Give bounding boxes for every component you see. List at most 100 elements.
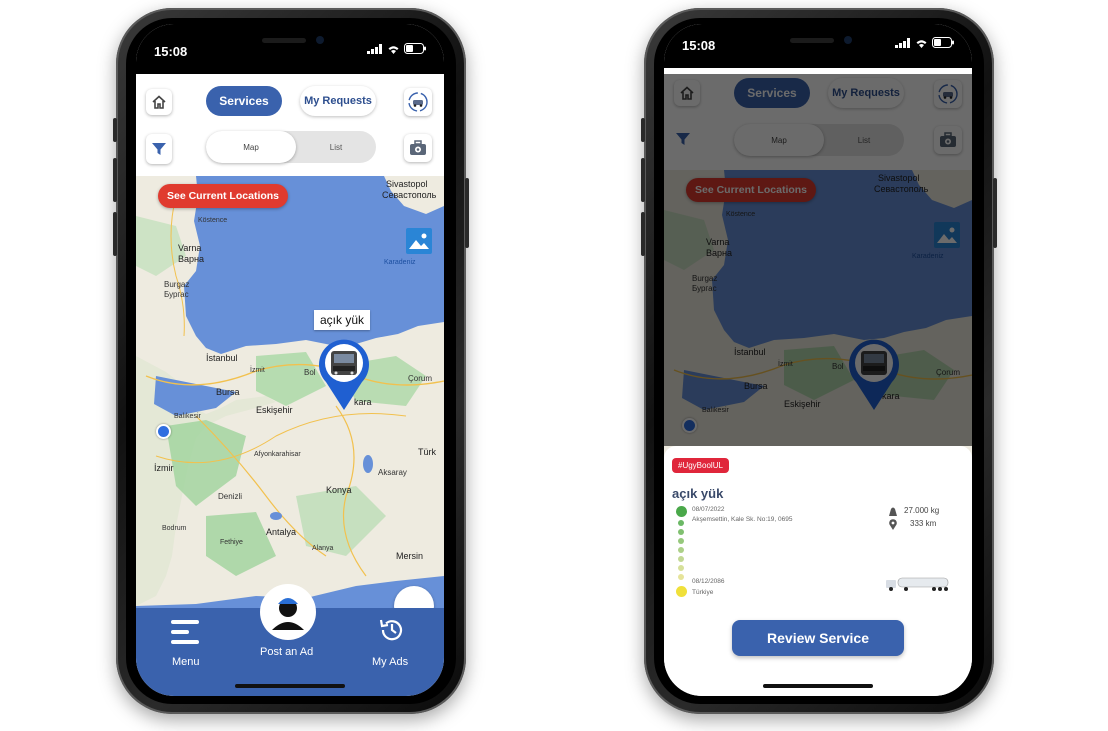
case-button[interactable] [404,134,432,162]
bottom-nav: Menu Post an Ad My Ads [136,584,444,696]
map-label-turk: Türk [418,447,436,457]
toggle-map[interactable]: Map [206,131,296,163]
map-label-sevastopol-cyr: Севастополь [874,184,929,194]
map-label-corum: Çorum [408,374,433,383]
route-dot [678,520,684,526]
screen-right: 15:08 Services My Requests Map List See … [664,24,972,696]
map-label-karadeniz: Karadeniz [912,253,944,260]
post-ad-button[interactable] [260,584,316,640]
map-label-istanbul: İstanbul [206,353,238,363]
service-title: açık yük [672,486,724,501]
start-date: 08/07/2022 [692,506,725,513]
menu-label: Menu [172,656,200,668]
review-service-button[interactable]: Review Service [732,620,904,656]
top-bar: Services My Requests Map List [136,74,444,176]
my-ads-label: My Ads [372,656,409,668]
see-current-locations-button[interactable]: See Current Locations [158,184,289,208]
map-pin-truck[interactable] [318,338,370,410]
map-label-istanbul: İstanbul [734,347,766,357]
map-label-corum: Çorum [936,368,961,377]
map-label-eskisehir: Eskişehir [784,399,821,409]
map-label-varna: Varna [178,243,202,253]
see-current-locations-button[interactable]: See Current Locations [686,178,817,202]
view-toggle: Map List [206,131,376,163]
signal-icon [367,43,382,54]
case-button[interactable] [934,126,962,154]
map-label-alanya: Alanya [312,545,334,552]
toggle-list[interactable]: List [824,124,904,156]
map-label-konya: Konya [326,485,352,495]
status-time: 15:08 [154,44,188,59]
weight-value: 27.000 kg [904,506,940,515]
volume-down-button [113,212,117,256]
home-button[interactable] [674,80,700,106]
map-pin-truck[interactable] [848,338,900,410]
map-label-bursa: Bursa [744,381,768,391]
filter-button[interactable] [670,126,696,152]
my-ads-button[interactable]: My Ads [368,616,418,674]
post-ad-label[interactable]: Post an Ad [260,646,313,658]
map-land [136,176,444,616]
map-view[interactable]: See Current Locations Sivastopol Севасто… [664,170,972,460]
map-label-sevastopol-cyr: Севастополь [382,190,437,200]
map-label-burgaz-cyr: Бургас [692,284,717,293]
map-label-izmir: İzmir [154,463,174,473]
service-tag: #UgyBoolUL [672,458,729,473]
distance-value: 333 km [910,519,937,528]
route-dot [678,574,684,580]
map-label-balikesir: Balıkesir [702,407,729,414]
map-view[interactable]: See Current Locations Sivastopol Севасто… [136,176,444,616]
car-sync-icon [938,84,958,104]
briefcase-icon [940,132,956,147]
vehicle-swap-button[interactable] [934,80,962,108]
history-icon [379,619,403,641]
phone-left: 15:08 Services My Requests Map List See … [113,8,469,714]
map-label-burgaz: Burgaz [164,280,190,289]
home-indicator[interactable] [235,684,345,688]
map-label-antalya: Antalya [266,527,297,537]
home-indicator[interactable] [763,684,873,688]
route-dot [678,556,684,562]
map-label-burgaz: Burgaz [692,274,718,283]
map-label-bursa: Bursa [216,387,240,397]
menu-button[interactable]: Menu [162,618,212,672]
view-toggle: Map List [734,124,904,156]
status-time: 15:08 [682,38,716,53]
route-dot [678,547,684,553]
car-sync-icon [408,92,428,112]
toggle-map[interactable]: Map [734,124,824,156]
map-label-bolu: Bol [832,362,844,371]
map-label-denizli: Denizli [218,492,243,501]
toggle-list[interactable]: List [296,131,376,163]
tab-my-requests[interactable]: My Requests [828,78,904,108]
vehicle-swap-button[interactable] [404,88,432,116]
map-label-varna: Varna [706,237,730,247]
map-label-karadeniz: Karadeniz [384,259,416,266]
service-detail-sheet: #UgyBoolUL açık yük 08/07/2022 Akşemsett… [664,446,972,696]
map-label-afyon: Afyonkarahisar [254,451,301,458]
wifi-icon [388,45,399,54]
tab-services[interactable]: Services [734,78,810,108]
map-label-burgaz-cyr: Бургас [164,290,189,299]
filter-icon [676,133,690,145]
end-dot [676,586,687,597]
status-bar: 15:08 [664,24,972,68]
home-button[interactable] [146,89,172,115]
map-label-kostence: Köstence [198,217,228,224]
tab-my-requests[interactable]: My Requests [300,86,376,116]
notch [240,34,340,48]
filter-button[interactable] [146,134,172,164]
avatar-icon [267,591,309,633]
map-pin-icon [319,339,369,410]
status-bar: 15:08 [136,24,444,74]
phone-right: 15:08 Services My Requests Map List See … [641,8,997,714]
battery-icon [932,37,954,48]
end-address: Türkiye [692,589,714,596]
screen-left: 15:08 Services My Requests Map List See … [136,24,444,696]
signal-icon [895,37,910,48]
power-button [993,178,997,248]
battery-icon [404,43,426,54]
volume-up-button [641,158,645,202]
tab-services[interactable]: Services [206,86,282,116]
map-label-mersin: Mersin [396,551,424,561]
